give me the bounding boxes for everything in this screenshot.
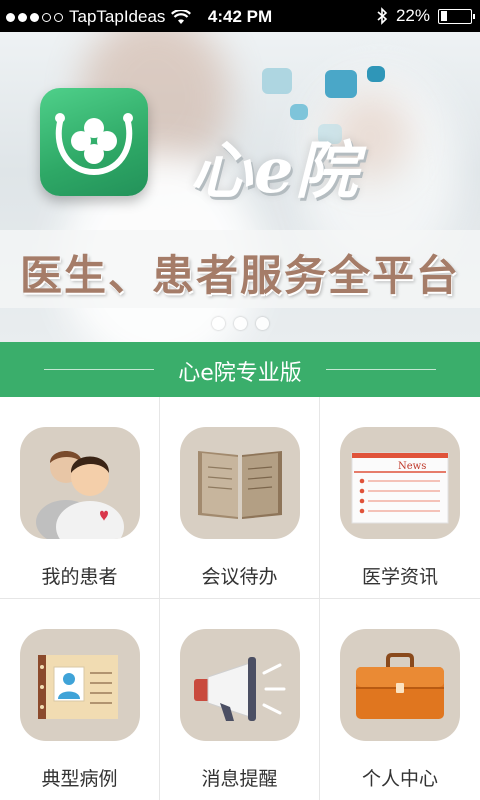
briefcase-icon	[340, 629, 460, 741]
status-bar: TapTapIdeas 4:42 PM 22%	[0, 0, 480, 32]
news-icon-text: News	[398, 461, 426, 472]
pager-dot[interactable]	[255, 317, 269, 330]
bluetooth-icon	[377, 7, 388, 25]
menu-item-message-reminder[interactable]: 消息提醒	[160, 599, 320, 800]
pager-dot[interactable]	[211, 317, 225, 330]
menu-label: 医学资讯	[361, 566, 438, 588]
battery-percent: 22%	[395, 6, 430, 25]
menu-item-medical-news[interactable]: News 医学资讯	[320, 397, 480, 599]
menu-label: 典型病例	[41, 768, 118, 790]
menu-label: 我的患者	[41, 566, 118, 588]
menu-label: 消息提醒	[201, 768, 278, 790]
section-title: 心e院专业版	[178, 361, 302, 386]
menu-item-personal-center[interactable]: 个人中心	[320, 599, 480, 800]
book-icon	[180, 427, 300, 539]
carousel-pager	[0, 317, 480, 330]
brand-title: 心e院	[190, 134, 360, 207]
title-divider-right	[326, 369, 436, 370]
status-right: 22%	[376, 6, 475, 26]
patients-icon	[20, 427, 140, 539]
pager-dot[interactable]	[233, 317, 247, 330]
decor-tile	[262, 68, 292, 94]
banner-carousel[interactable]: 心e院 医生、患者服务全平台	[0, 32, 480, 342]
menu-item-typical-cases[interactable]: 典型病例	[0, 599, 160, 800]
banner-slogan: 医生、患者服务全平台	[19, 251, 460, 300]
section-title-bar: 心e院专业版	[0, 342, 480, 397]
app-logo	[40, 88, 148, 196]
stethoscope-clover-icon	[55, 113, 133, 176]
menu-label: 会议待办	[201, 566, 278, 588]
case-record-icon	[20, 629, 140, 741]
menu-grid: 我的患者 会议待办 News 医学资讯 典型病例 消息提醒 个人中心	[0, 397, 480, 800]
menu-item-my-patients[interactable]: 我的患者	[0, 397, 160, 599]
battery-fill	[440, 11, 447, 21]
menu-item-meeting-todo[interactable]: 会议待办	[160, 397, 320, 599]
megaphone-icon	[180, 629, 300, 741]
menu-label: 个人中心	[361, 768, 438, 790]
decor-tile	[367, 66, 385, 82]
decor-tile	[290, 104, 308, 120]
battery-icon	[438, 8, 475, 24]
news-icon: News	[340, 427, 460, 539]
decor-tile	[325, 70, 357, 98]
